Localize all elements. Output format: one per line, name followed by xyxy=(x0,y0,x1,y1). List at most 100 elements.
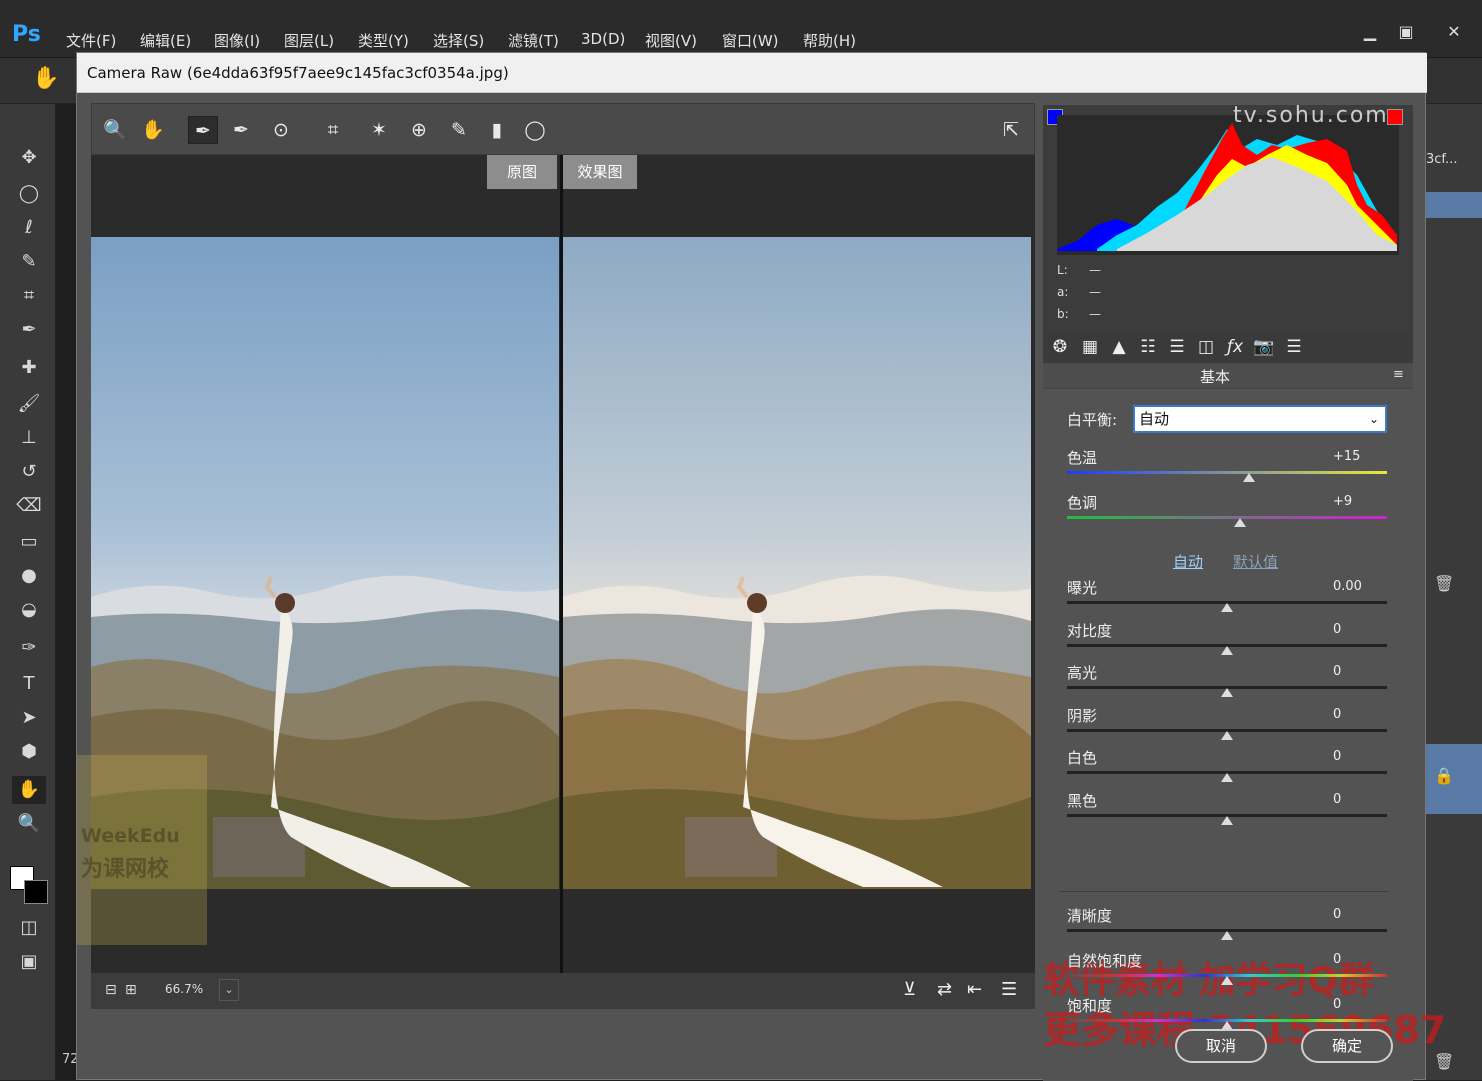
crop-tool-icon[interactable]: ⌗ xyxy=(12,282,46,310)
slider-value[interactable]: 0 xyxy=(1333,907,1341,922)
fullscreen-icon[interactable]: ⇱ xyxy=(996,116,1026,144)
red-eye-icon[interactable]: ⊕ xyxy=(404,116,434,144)
menu-file[interactable]: 文件(F) xyxy=(66,30,116,51)
swap-settings-icon[interactable]: ⇄ xyxy=(937,979,952,1000)
highlight-clipping-icon[interactable] xyxy=(1387,109,1403,125)
close-icon[interactable]: ✕ xyxy=(1436,20,1472,44)
straighten-icon[interactable]: ⌗ xyxy=(318,116,348,144)
slider-value[interactable]: +15 xyxy=(1333,449,1360,464)
radial-filter-icon[interactable]: ◯ xyxy=(520,116,550,144)
zoom-level[interactable]: 66.7% xyxy=(165,982,203,996)
brush-tool-icon[interactable]: 🖌 xyxy=(12,390,46,418)
white-balance-eyedropper-icon[interactable]: ✒ xyxy=(188,116,218,144)
shape-tool-icon[interactable]: ⬢ xyxy=(12,738,46,766)
type-tool-icon[interactable]: T xyxy=(12,670,46,698)
marquee-tool-icon[interactable]: ◯ xyxy=(12,180,46,208)
cancel-button[interactable]: 取消 xyxy=(1175,1029,1267,1063)
healing-brush-icon[interactable]: ✚ xyxy=(12,354,46,382)
slider-value[interactable]: 0 xyxy=(1333,622,1341,637)
move-tool-icon[interactable]: ✥ xyxy=(12,144,46,172)
slider-thumb[interactable] xyxy=(1243,473,1256,482)
slider-value[interactable]: 0 xyxy=(1333,997,1341,1012)
trash-icon-bottom[interactable]: 🗑 xyxy=(1434,1052,1454,1071)
slider-value[interactable]: +9 xyxy=(1333,494,1352,509)
minimize-icon[interactable]: ▁ xyxy=(1352,20,1388,44)
preview-settings-icon[interactable]: ☰ xyxy=(1001,979,1017,1000)
before-after-view-icon[interactable]: ⊻ xyxy=(903,979,916,1000)
hand-icon[interactable]: ✋ xyxy=(138,116,168,144)
slider-track[interactable] xyxy=(1067,471,1387,474)
screen-mode-icon[interactable]: ▣ xyxy=(12,948,46,976)
blur-tool-icon[interactable]: ● xyxy=(12,562,46,590)
stamp-tool-icon[interactable]: ⊥ xyxy=(12,424,46,452)
menu-window[interactable]: 窗口(W) xyxy=(722,30,779,51)
slider-thumb[interactable] xyxy=(1221,688,1233,697)
basic-tab-icon[interactable]: ❂ xyxy=(1047,335,1073,359)
menu-layer[interactable]: 图层(L) xyxy=(284,30,334,51)
tone-curve-tab-icon[interactable]: ▦ xyxy=(1077,335,1103,359)
hsl-tab-icon[interactable]: ☷ xyxy=(1135,335,1161,359)
color-sampler-icon[interactable]: ✒ xyxy=(226,116,256,144)
menu-help[interactable]: 帮助(H) xyxy=(803,30,856,51)
detail-tab-icon[interactable]: ▲ xyxy=(1106,335,1132,359)
pen-tool-icon[interactable]: ✑ xyxy=(12,634,46,662)
default-link[interactable]: 默认值 xyxy=(1233,551,1278,572)
ps-document-tab[interactable]: 3cf... xyxy=(1426,152,1457,167)
copy-settings-icon[interactable]: ⇤ xyxy=(967,979,982,1000)
menu-3d[interactable]: 3D(D) xyxy=(581,30,625,48)
camera-calibration-tab-icon[interactable]: 📷 xyxy=(1251,335,1277,359)
menu-filter[interactable]: 滤镜(T) xyxy=(508,30,559,51)
slider-value[interactable]: 0 xyxy=(1333,952,1341,967)
slider-thumb[interactable] xyxy=(1221,603,1233,612)
zoom-dropdown-chevron-icon[interactable]: ⌄ xyxy=(219,979,239,1001)
gradient-tool-icon[interactable]: ▭ xyxy=(12,528,46,556)
eyedropper-tool-icon[interactable]: ✒ xyxy=(12,316,46,344)
targeted-adjust-icon[interactable]: ⊙ xyxy=(266,116,296,144)
graduated-filter-icon[interactable]: ▮ xyxy=(482,116,512,144)
slider-value[interactable]: 0 xyxy=(1333,664,1341,679)
slider-value[interactable]: 0 xyxy=(1333,749,1341,764)
effects-tab-icon[interactable]: ƒx xyxy=(1222,335,1248,359)
slider-thumb[interactable] xyxy=(1221,730,1233,740)
adjustment-brush-icon[interactable]: ✎ xyxy=(444,116,474,144)
hand-tool-icon[interactable]: ✋ xyxy=(12,776,46,804)
eraser-tool-icon[interactable]: ⌫ xyxy=(12,492,46,520)
slider-thumb[interactable] xyxy=(1221,815,1233,825)
spot-removal-icon[interactable]: ✶ xyxy=(364,116,394,144)
background-color-swatch[interactable] xyxy=(24,880,48,904)
dodge-tool-icon[interactable]: ◒ xyxy=(12,596,46,624)
slider-track[interactable] xyxy=(1067,516,1387,519)
slider-thumb[interactable] xyxy=(1221,773,1233,782)
zoom-tool-icon[interactable]: 🔍 xyxy=(12,810,46,838)
hand-tool-icon[interactable]: ✋ xyxy=(32,66,59,91)
lock-icon[interactable]: 🔒 xyxy=(1434,766,1454,785)
slider-value[interactable]: 0 xyxy=(1333,792,1341,807)
slider-thumb[interactable] xyxy=(1221,645,1233,655)
menu-type[interactable]: 类型(Y) xyxy=(358,30,409,51)
zoom-in-icon[interactable]: ⊞ xyxy=(125,982,137,998)
zoom-icon[interactable]: 🔍 xyxy=(100,116,130,144)
menu-select[interactable]: 选择(S) xyxy=(433,30,484,51)
slider-value[interactable]: 0 xyxy=(1333,707,1341,722)
quick-select-icon[interactable]: ✎ xyxy=(12,248,46,276)
panel-menu-icon[interactable]: ≡ xyxy=(1393,367,1404,382)
menu-view[interactable]: 视图(V) xyxy=(645,30,697,51)
history-brush-icon[interactable]: ↺ xyxy=(12,458,46,486)
auto-link[interactable]: 自动 xyxy=(1173,551,1203,572)
lasso-tool-icon[interactable]: ℓ xyxy=(12,214,46,242)
path-select-icon[interactable]: ➤ xyxy=(12,704,46,732)
white-balance-select[interactable]: 自动 ⌄ xyxy=(1133,405,1387,433)
slider-thumb[interactable] xyxy=(1221,976,1233,985)
trash-icon[interactable]: 🗑 xyxy=(1434,574,1454,593)
slider-value[interactable]: 0.00 xyxy=(1333,579,1362,594)
zoom-out-icon[interactable]: ⊟ xyxy=(105,982,117,998)
presets-tab-icon[interactable]: ☰ xyxy=(1281,335,1307,359)
ok-button[interactable]: 确定 xyxy=(1301,1029,1393,1063)
maximize-icon[interactable]: ▣ xyxy=(1388,20,1424,44)
menu-edit[interactable]: 编辑(E) xyxy=(140,30,191,51)
menu-image[interactable]: 图像(I) xyxy=(214,30,260,51)
quick-mask-icon[interactable]: ◫ xyxy=(12,914,46,942)
slider-thumb[interactable] xyxy=(1233,518,1246,527)
split-toning-tab-icon[interactable]: ☰ xyxy=(1164,335,1190,359)
lens-corrections-tab-icon[interactable]: ◫ xyxy=(1193,335,1219,359)
